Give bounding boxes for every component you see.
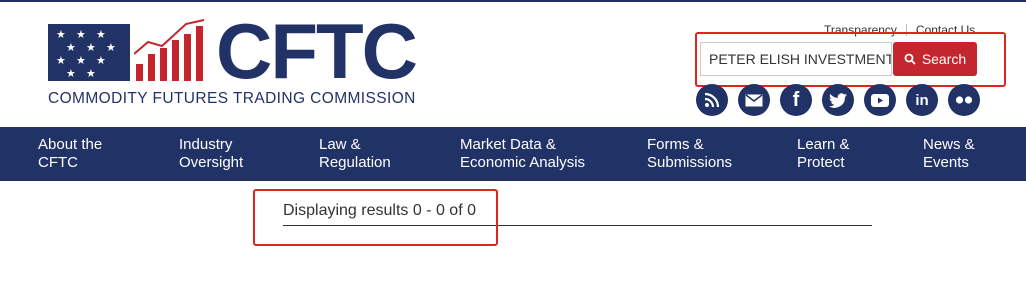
- logo-wordmark: CFTC: [216, 7, 418, 95]
- youtube-icon[interactable]: [864, 84, 896, 116]
- flag-icon: ★ ★ ★ ★ ★ ★ ★ ★ ★ ★ ★: [48, 24, 130, 81]
- chart-bars-icon: [134, 19, 205, 81]
- nav-label: About the: [38, 136, 103, 153]
- main-nav: About the CFTC Industry Oversight Law & Reg…: [0, 127, 1026, 181]
- nav-label: Regulation: [319, 154, 391, 171]
- nav-label: Protect: [797, 154, 845, 171]
- nav-item-market-data[interactable]: Market Data & Economic Analysis: [460, 136, 585, 172]
- nav-label: Learn &: [797, 136, 850, 153]
- nav-label: Industry: [179, 136, 233, 153]
- linkedin-icon[interactable]: in: [906, 84, 938, 116]
- nav-label: Events: [923, 154, 969, 171]
- nav-label: Submissions: [647, 154, 733, 171]
- nav-label: Oversight: [179, 154, 244, 171]
- results-highlight: [253, 189, 498, 246]
- twitter-icon[interactable]: [822, 84, 854, 116]
- nav-item-forms-submissions[interactable]: Forms & Submissions: [647, 136, 732, 172]
- rss-icon[interactable]: [696, 84, 728, 116]
- nav-label: Market Data &: [460, 136, 556, 153]
- nav-item-about[interactable]: About the CFTC: [38, 136, 102, 172]
- top-border: [0, 0, 1026, 2]
- flickr-icon[interactable]: [948, 84, 980, 116]
- nav-label: Economic Analysis: [460, 154, 586, 171]
- logo-subtitle: COMMODITY FUTURES TRADING COMMISSION: [48, 90, 416, 107]
- nav-label: Law &: [319, 136, 361, 153]
- nav-label: Forms &: [647, 136, 704, 153]
- nav-label: CFTC: [38, 154, 78, 171]
- search-highlight: [695, 32, 1006, 87]
- facebook-icon[interactable]: f: [780, 84, 812, 116]
- nav-item-news-events[interactable]: News & Events: [923, 136, 975, 172]
- social-links: f in: [696, 84, 980, 116]
- nav-label: News &: [923, 136, 975, 153]
- email-icon[interactable]: [738, 84, 770, 116]
- nav-item-law-regulation[interactable]: Law & Regulation: [319, 136, 391, 172]
- cftc-logo[interactable]: ★ ★ ★ ★ ★ ★ ★ ★ ★ ★ ★ CFTC COMMODITY FUT…: [48, 12, 478, 113]
- nav-item-learn-protect[interactable]: Learn & Protect: [797, 136, 850, 172]
- nav-item-industry-oversight[interactable]: Industry Oversight: [179, 136, 243, 172]
